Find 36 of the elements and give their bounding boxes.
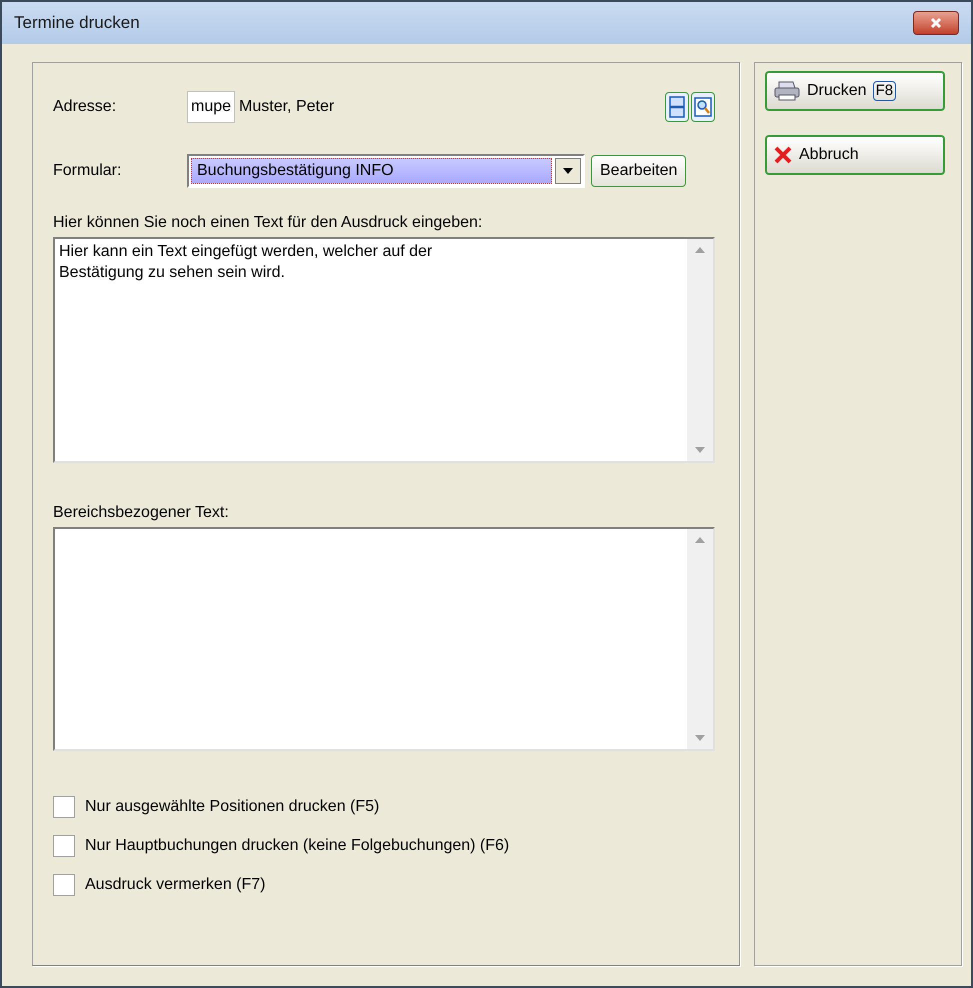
checkbox[interactable] [53,834,75,856]
checkbox[interactable] [53,796,75,818]
list-icon-button[interactable] [665,92,689,122]
close-icon [930,17,942,29]
close-button[interactable] [913,11,959,35]
window-title: Termine drucken [14,12,140,34]
search-icon [694,97,712,117]
scroll-down-icon[interactable] [695,735,705,741]
shortcut-key: F8 [872,81,896,101]
scrollbar[interactable] [687,529,713,749]
print-button[interactable]: Drucken F8 [765,71,945,111]
area-text-label: Bereichsbezogener Text: [53,503,230,523]
area-text-area[interactable] [53,527,715,751]
form-value: Buchungsbestätigung INFO [191,158,552,184]
scroll-up-icon[interactable] [695,247,705,253]
scroll-up-icon[interactable] [695,537,705,543]
checkbox[interactable] [53,874,75,896]
scroll-down-icon[interactable] [695,447,705,453]
option-checkbox[interactable]: Ausdruck vermerken (F7) [53,873,715,896]
scrollbar[interactable] [687,239,713,461]
address-label: Adresse: [53,97,118,117]
form-label: Formular: [53,161,122,181]
form-dropdown[interactable]: Buchungsbestätigung INFO [187,154,585,188]
address-code-field[interactable]: mupe [187,91,236,123]
edit-button[interactable]: Bearbeiten [591,155,686,187]
address-name: Muster, Peter [239,97,334,117]
note-label: Hier können Sie noch einen Text für den Ausdruck eingeben: [53,213,484,233]
cancel-button[interactable]: Abbruch [765,135,945,175]
list-icon [669,96,685,118]
search-button[interactable] [691,92,715,122]
option-checkbox[interactable]: Nur ausgewählte Positionen drucken (F5) [53,795,715,818]
note-text-area[interactable]: Hier kann ein Text eingefügt werden, welcher auf der Bestätigung zu sehen sein wird. [53,237,715,463]
note-text: Hier kann ein Text eingefügt werden, welcher auf der Bestätigung zu sehen sein wird. [58,242,434,283]
printer-icon [773,80,801,102]
cross-icon [773,145,793,165]
option-checkbox[interactable]: Nur Hauptbuchungen drucken (keine Folgebuchungen) (F6) [53,834,715,857]
